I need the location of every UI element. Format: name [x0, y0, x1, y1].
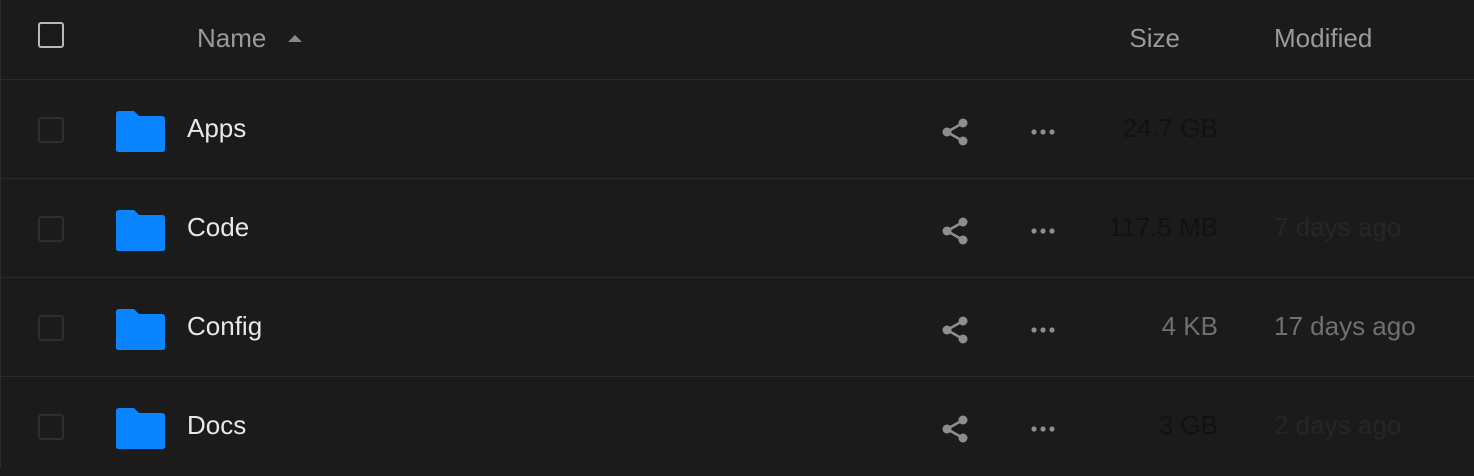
share-icon[interactable] — [939, 314, 971, 346]
folder-icon — [116, 111, 165, 152]
select-all-checkbox[interactable] — [38, 22, 64, 48]
column-header-size[interactable]: Size — [1129, 23, 1180, 54]
row-checkbox[interactable] — [38, 315, 64, 341]
sort-ascending-icon — [288, 35, 303, 42]
share-icon[interactable] — [939, 413, 971, 445]
more-icon[interactable] — [1027, 215, 1059, 247]
file-row[interactable]: Apps 24.7 GB — [1, 80, 1474, 179]
file-row[interactable]: Docs 3 GB 2 days ago — [1, 377, 1474, 476]
row-checkbox[interactable] — [38, 216, 64, 242]
column-header-name-label: Name — [197, 23, 267, 53]
folder-icon — [116, 309, 165, 350]
column-header-name[interactable]: Name — [197, 23, 303, 54]
item-name[interactable]: Apps — [187, 113, 246, 144]
share-icon[interactable] — [939, 116, 971, 148]
more-icon[interactable] — [1027, 314, 1059, 346]
row-checkbox[interactable] — [38, 117, 64, 143]
file-row[interactable]: Code 117.5 MB 7 days ago — [1, 179, 1474, 278]
item-modified: 7 days ago — [1274, 212, 1402, 242]
item-name[interactable]: Code — [187, 212, 249, 243]
item-size: 4 KB — [1161, 311, 1218, 341]
item-size: 3 GB — [1158, 410, 1218, 440]
item-size: 117.5 MB — [1108, 212, 1218, 242]
item-size: 24.7 GB — [1122, 113, 1218, 143]
folder-icon — [116, 210, 165, 251]
file-row[interactable]: Config 4 KB 17 days ago — [1, 278, 1474, 377]
share-icon[interactable] — [939, 215, 971, 247]
row-checkbox[interactable] — [38, 414, 64, 440]
item-name[interactable]: Config — [187, 311, 262, 342]
item-name[interactable]: Docs — [187, 410, 246, 441]
item-modified: 2 days ago — [1274, 410, 1402, 440]
item-modified: 17 days ago — [1274, 311, 1416, 341]
list-header: Name Size Modified — [1, 0, 1474, 80]
file-list: Name Size Modified Apps 24.7 GB Code 117… — [0, 0, 1474, 468]
column-header-modified[interactable]: Modified — [1274, 23, 1372, 54]
more-icon[interactable] — [1027, 413, 1059, 445]
folder-icon — [116, 408, 165, 449]
more-icon[interactable] — [1027, 116, 1059, 148]
